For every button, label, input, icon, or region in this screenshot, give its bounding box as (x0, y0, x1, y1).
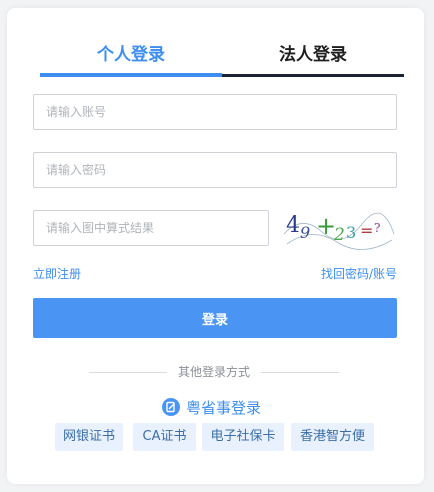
yss-logo-icon (162, 398, 180, 416)
captcha-char: 3 (346, 223, 356, 242)
account-input[interactable] (33, 94, 397, 130)
chip-ca-certificate[interactable]: CA证书 (133, 423, 196, 451)
tab-active-indicator (40, 73, 222, 77)
captcha-char: 2 (333, 225, 345, 245)
yss-login-label: 粤省事登录 (186, 398, 262, 417)
tab-underline (222, 74, 404, 77)
divider-line-left (89, 372, 167, 373)
other-login-methods-title: 其他登录方式 (177, 365, 250, 379)
chip-ifaster-hk[interactable]: 香港智方便 (291, 423, 374, 451)
captcha-char: = (360, 221, 373, 240)
divider-line-right (261, 372, 339, 373)
captcha-input[interactable] (33, 210, 269, 246)
recover-account-link[interactable]: 找回密码/账号 (321, 265, 397, 282)
tab-personal-login[interactable]: 个人登录 (40, 42, 222, 74)
login-tabs: 个人登录 法人登录 (40, 42, 404, 78)
chip-social-security-card[interactable]: 电子社保卡 (202, 423, 284, 451)
captcha-char: 9 (300, 223, 310, 242)
captcha-char: 4 (286, 213, 300, 238)
chip-bank-certificate[interactable]: 网银证书 (55, 423, 123, 451)
password-input[interactable] (33, 152, 397, 188)
register-link[interactable]: 立即注册 (33, 265, 81, 282)
captcha-char: ? (374, 221, 380, 235)
yss-login-button[interactable]: 粤省事登录 (162, 396, 261, 418)
login-button[interactable]: 登录 (33, 298, 397, 338)
tab-legal-login[interactable]: 法人登录 (222, 42, 404, 74)
captcha-image[interactable]: 4 9 + 2 3 = ? (282, 204, 397, 252)
